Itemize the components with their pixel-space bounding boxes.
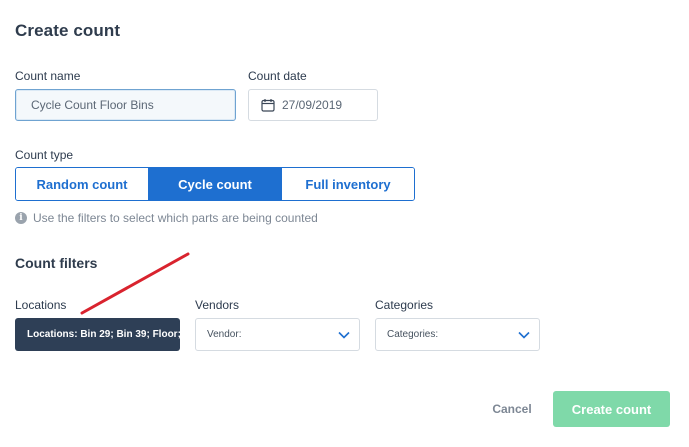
count-date-value: 27/09/2019 <box>282 98 343 112</box>
chevron-down-icon <box>338 331 350 339</box>
chevron-down-icon <box>518 331 530 339</box>
count-type-full[interactable]: Full inventory <box>281 168 414 200</box>
categories-filter[interactable]: Categories: <box>375 318 540 351</box>
vendors-filter[interactable]: Vendor: <box>195 318 360 351</box>
count-filters-title: Count filters <box>15 255 98 271</box>
cancel-button[interactable]: Cancel <box>483 396 541 422</box>
count-type-toggle: Random count Cycle count Full inventory <box>15 167 415 201</box>
categories-filter-value: Categories: <box>387 329 439 340</box>
info-icon: i <box>15 212 27 224</box>
locations-filter[interactable]: Locations: Bin 29; Bin 39; Floor; <box>15 318 180 351</box>
count-name-label: Count name <box>15 69 81 83</box>
create-count-dialog: Create count Count name Cycle Count Floo… <box>0 0 689 447</box>
categories-label: Categories <box>375 298 434 312</box>
count-name-input[interactable]: Cycle Count Floor Bins <box>15 89 236 121</box>
locations-filter-value: Locations: Bin 29; Bin 39; Floor; <box>27 329 180 340</box>
create-count-button[interactable]: Create count <box>553 391 670 427</box>
count-type-random[interactable]: Random count <box>16 168 148 200</box>
locations-label: Locations <box>15 298 67 312</box>
count-type-label: Count type <box>15 148 74 162</box>
count-date-input[interactable]: 27/09/2019 <box>248 89 378 121</box>
calendar-icon <box>261 99 275 112</box>
count-name-value: Cycle Count Floor Bins <box>31 98 154 112</box>
filter-hint-text: Use the filters to select which parts ar… <box>33 211 318 225</box>
vendors-label: Vendors <box>195 298 240 312</box>
vendors-filter-value: Vendor: <box>207 329 242 340</box>
count-type-cycle[interactable]: Cycle count <box>148 168 281 200</box>
dialog-title: Create count <box>15 21 121 40</box>
filter-hint: i Use the filters to select which parts … <box>15 211 318 225</box>
count-date-label: Count date <box>248 69 307 83</box>
